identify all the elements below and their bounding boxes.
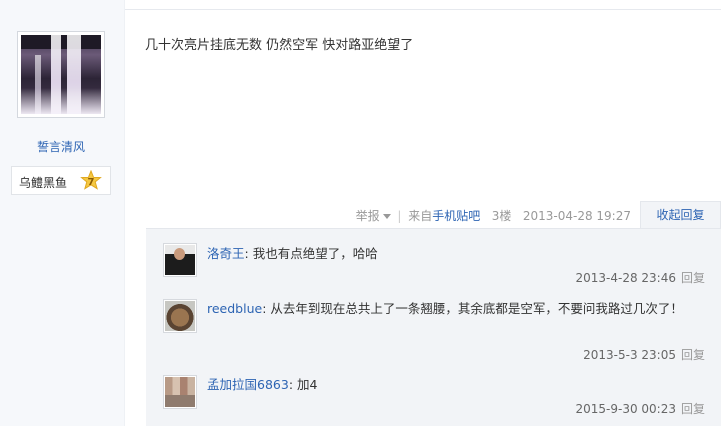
comment-text-line: 洛奇王: 我也有点绝望了，哈哈	[207, 243, 707, 265]
report-link[interactable]: 举报	[356, 209, 391, 223]
report-label: 举报	[355, 209, 380, 223]
group-avatar-icon	[165, 377, 195, 407]
comment-meta: 2013-5-3 23:05 回复	[583, 346, 705, 363]
source-prefix: 来自	[408, 209, 433, 223]
badge-label: 乌鳢黑鱼	[19, 176, 68, 190]
comment-meta: 2015-9-30 00:23 回复	[575, 400, 705, 417]
comment-reply-link[interactable]: 回复	[681, 271, 705, 285]
comment-text: : 我也有点绝望了，哈哈	[244, 246, 378, 261]
post-tail: 举报 | 来自手机贴吧 3楼 2013-04-28 19:27	[356, 207, 631, 224]
comment-text-line: 孟加拉国6863: 加4	[207, 374, 707, 396]
comment-user[interactable]: reedblue	[207, 301, 262, 316]
comment-text: : 加4	[288, 377, 318, 392]
comment-avatar[interactable]	[163, 243, 197, 277]
man-avatar-icon	[165, 245, 195, 275]
top-divider	[125, 9, 721, 10]
comment-time: 2013-5-3 23:05	[583, 348, 676, 362]
waterfall-avatar-icon	[21, 35, 101, 114]
post-content: 几十次亮片挂底无数 仍然空军 快对路亚绝望了	[145, 38, 414, 53]
dog-avatar-icon	[165, 301, 195, 331]
comment-avatar[interactable]	[163, 299, 197, 333]
comment-avatar[interactable]	[163, 375, 197, 409]
source-link[interactable]: 手机贴吧	[432, 209, 480, 223]
chevron-down-icon	[382, 214, 391, 219]
level-badge[interactable]: 乌鳢黑鱼 7	[11, 166, 111, 195]
comment-time: 2015-9-30 00:23	[575, 402, 676, 416]
author-name[interactable]: 誓言清风	[0, 138, 122, 155]
level-star-icon: 7	[80, 170, 102, 192]
tail-separator: |	[397, 209, 402, 223]
author-sidebar: 誓言清风 乌鳢黑鱼 7	[0, 0, 125, 426]
comment-meta: 2013-4-28 23:46 回复	[575, 269, 705, 286]
post-time: 2013-04-28 19:27	[522, 209, 631, 223]
comment-reply-link[interactable]: 回复	[681, 348, 705, 362]
floor-number: 3楼	[491, 209, 512, 223]
comment-user[interactable]: 孟加拉国6863	[207, 377, 289, 392]
collapse-replies-button[interactable]: 收起回复	[640, 201, 721, 229]
comment-user[interactable]: 洛奇王	[207, 246, 245, 261]
badge-level-number: 7	[88, 177, 95, 188]
author-avatar[interactable]	[17, 31, 105, 118]
comment-text: : 从去年到现在总共上了一条翘腰，其余底都是空军，不要问我路过几次了！	[262, 301, 683, 316]
comments-panel: 洛奇王: 我也有点绝望了，哈哈 2013-4-28 23:46 回复 reedbl…	[146, 228, 721, 426]
comment-time: 2013-4-28 23:46	[575, 271, 676, 285]
comment-text-line: reedblue: 从去年到现在总共上了一条翘腰，其余底都是空军，不要问我路过几…	[207, 298, 707, 320]
comment-reply-link[interactable]: 回复	[681, 402, 705, 416]
